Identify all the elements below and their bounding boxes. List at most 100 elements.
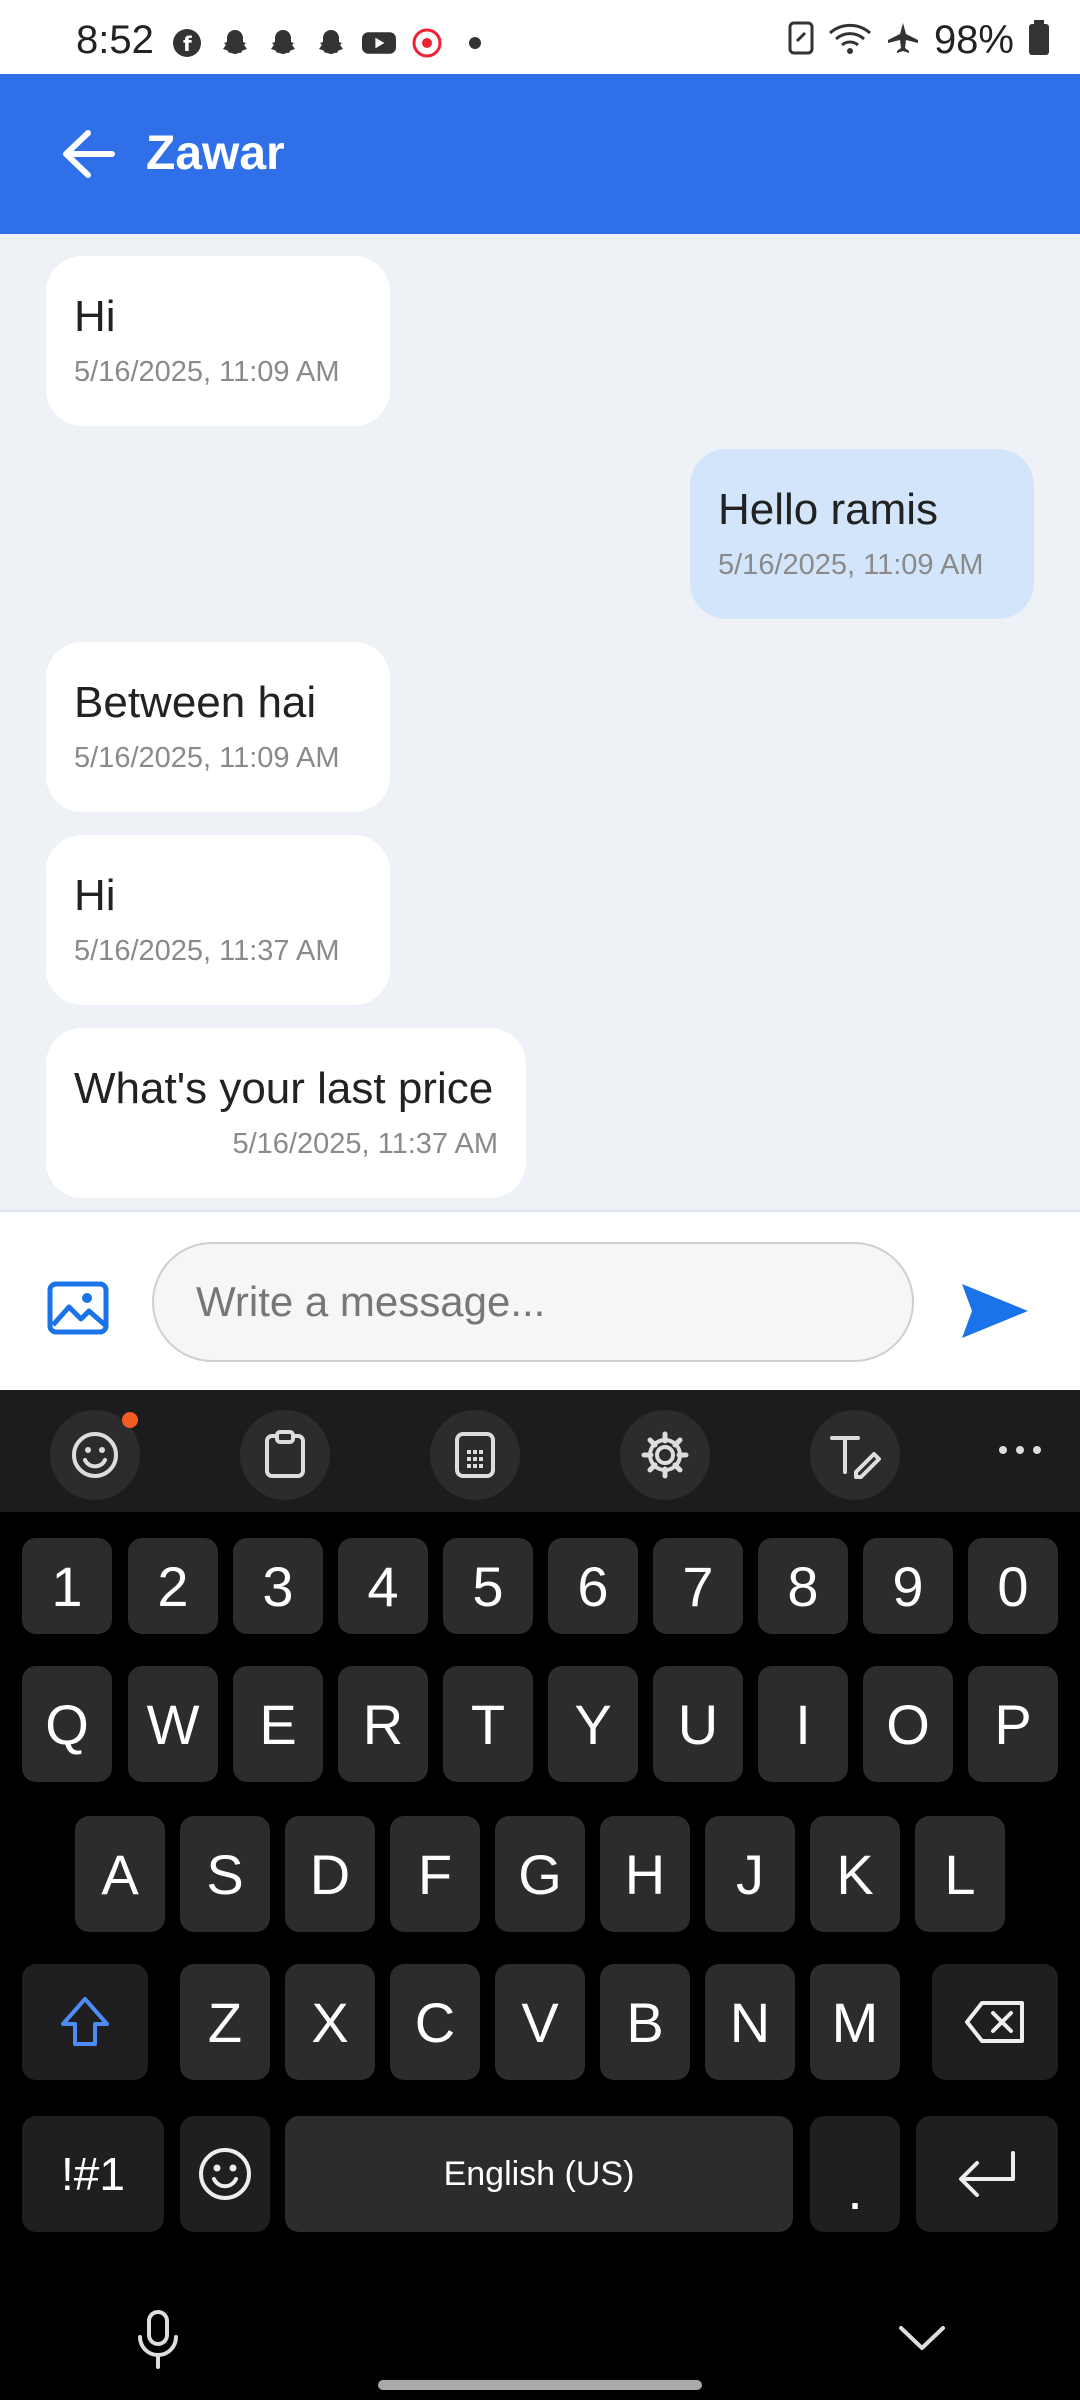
key[interactable]: K (810, 1816, 900, 1932)
key[interactable]: 2 (128, 1538, 218, 1634)
message-timestamp: 5/16/2025, 11:09 AM (74, 356, 340, 388)
key[interactable]: P (968, 1666, 1058, 1782)
hide-keyboard-button[interactable] (892, 2318, 952, 2358)
key[interactable]: V (495, 1964, 585, 2080)
key[interactable]: W (128, 1666, 218, 1782)
svg-text:f: f (183, 32, 192, 56)
more-options-button[interactable] (990, 1430, 1050, 1470)
space-key[interactable]: English (US) (285, 2116, 793, 2232)
message-input[interactable] (152, 1242, 914, 1362)
key[interactable]: M (810, 1964, 900, 2080)
key-label: U (677, 1692, 719, 1756)
wifi-icon (828, 21, 872, 60)
key-label: B (626, 1990, 664, 2054)
key[interactable]: H (600, 1816, 690, 1932)
key-label: F (417, 1842, 453, 1906)
key-label: 3 (262, 1554, 294, 1618)
key[interactable]: 8 (758, 1538, 848, 1634)
key-label: A (101, 1842, 139, 1906)
back-button[interactable] (48, 114, 128, 194)
keyboard-toolbar (0, 1390, 1080, 1512)
key-label: G (518, 1842, 562, 1906)
handwriting-button[interactable] (810, 1410, 900, 1500)
enter-key[interactable] (916, 2116, 1058, 2232)
key[interactable]: A (75, 1816, 165, 1932)
more-horizontal-icon (999, 1446, 1041, 1454)
gear-icon (641, 1431, 689, 1479)
emoji-button[interactable] (50, 1410, 140, 1500)
message-timestamp: 5/16/2025, 11:09 AM (718, 549, 984, 581)
clipboard-icon (265, 1430, 305, 1478)
key[interactable]: T (443, 1666, 533, 1782)
key[interactable]: N (705, 1964, 795, 2080)
message-bubble: Hi 5/16/2025, 11:37 AM (46, 835, 390, 1005)
key[interactable]: D (285, 1816, 375, 1932)
period-key[interactable]: . (810, 2116, 900, 2232)
key[interactable]: 7 (653, 1538, 743, 1634)
key[interactable]: R (338, 1666, 428, 1782)
key[interactable]: U (653, 1666, 743, 1782)
keyboard-settings-button[interactable] (620, 1410, 710, 1500)
key[interactable]: 1 (22, 1538, 112, 1634)
chat-title: Zawar (146, 127, 285, 180)
key[interactable]: 6 (548, 1538, 638, 1634)
key[interactable]: E (233, 1666, 323, 1782)
key[interactable]: I (758, 1666, 848, 1782)
symbols-key[interactable]: !#1 (22, 2116, 164, 2232)
key-label: L (944, 1842, 976, 1906)
clipboard-button[interactable] (240, 1410, 330, 1500)
key-label: P (994, 1692, 1032, 1756)
send-button[interactable] (950, 1266, 1040, 1356)
home-indicator[interactable] (378, 2380, 702, 2390)
shift-key[interactable] (22, 1964, 148, 2080)
message-bubble: Hi 5/16/2025, 11:09 AM (46, 256, 390, 426)
key[interactable]: O (863, 1666, 953, 1782)
backspace-icon (965, 2001, 1024, 2043)
key[interactable]: Q (22, 1666, 112, 1782)
voice-input-button[interactable] (130, 2308, 186, 2372)
text-pen-icon (830, 1436, 881, 1479)
key[interactable]: Z (180, 1964, 270, 2080)
attach-image-button[interactable] (40, 1270, 116, 1346)
key-label: C (414, 1990, 456, 2054)
youtube-icon (362, 26, 396, 60)
message-bubble: Between hai 5/16/2025, 11:09 AM (46, 642, 390, 812)
message-timestamp: 5/16/2025, 11:37 AM (74, 935, 340, 967)
app-bar: Zawar (0, 74, 1080, 234)
key[interactable]: S (180, 1816, 270, 1932)
emoji-key[interactable] (180, 2116, 270, 2232)
key-label: Z (207, 1990, 243, 2054)
shift-arrow-icon (61, 1997, 109, 2046)
key[interactable]: 0 (968, 1538, 1058, 1634)
key[interactable]: 9 (863, 1538, 953, 1634)
notification-dot (122, 1412, 138, 1428)
send-icon (962, 1284, 1028, 1338)
backspace-key[interactable] (932, 1964, 1058, 2080)
snapchat-icon (314, 26, 348, 60)
key-label: T (470, 1692, 506, 1756)
key-label: 2 (157, 1554, 189, 1618)
key-label: English (US) (443, 2154, 635, 2193)
keyboard: 1 2 3 4 5 6 7 8 9 0 Q W E R T Y U I O P … (0, 1512, 1080, 2400)
key[interactable]: F (390, 1816, 480, 1932)
key[interactable]: L (915, 1816, 1005, 1932)
message-list[interactable]: Hi 5/16/2025, 11:09 AM Hello ramis 5/16/… (0, 234, 1080, 1210)
battery-percent: 98% (933, 18, 1014, 62)
key[interactable]: C (390, 1964, 480, 2080)
message-bubble: What's your last price 5/16/2025, 11:37 … (46, 1028, 526, 1198)
key[interactable]: B (600, 1964, 690, 2080)
key[interactable]: 5 (443, 1538, 533, 1634)
key[interactable]: J (705, 1816, 795, 1932)
key[interactable]: 4 (338, 1538, 428, 1634)
keypad-button[interactable] (430, 1410, 520, 1500)
key[interactable]: 3 (233, 1538, 323, 1634)
key[interactable]: Y (548, 1666, 638, 1782)
key-label: D (309, 1842, 351, 1906)
key[interactable]: X (285, 1964, 375, 2080)
more-notifications-dot-icon (458, 26, 492, 60)
key-label: 1 (51, 1554, 83, 1618)
key-label: Y (574, 1692, 612, 1756)
status-bar: 8:52 f 98% (0, 0, 1080, 74)
key[interactable]: G (495, 1816, 585, 1932)
status-right: 98% (788, 18, 1050, 63)
